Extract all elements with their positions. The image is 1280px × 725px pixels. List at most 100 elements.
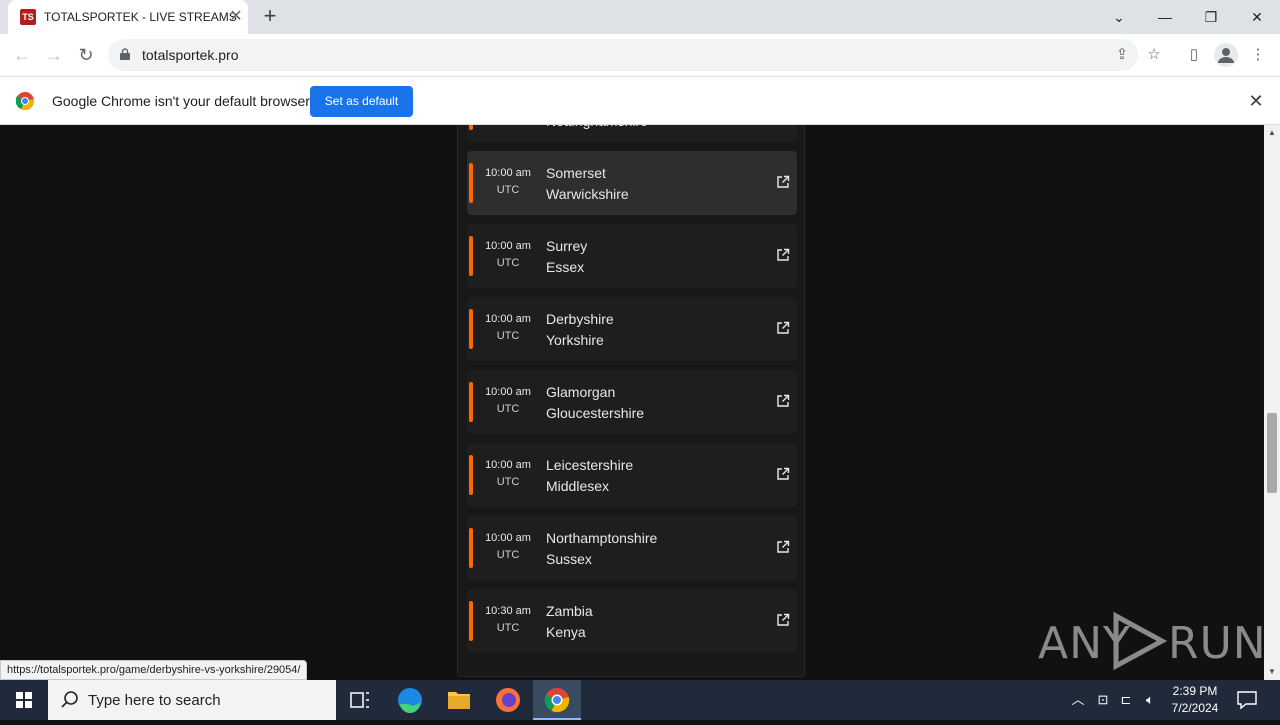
- accent-bar: [469, 382, 473, 422]
- accent-bar: [469, 528, 473, 568]
- favicon-icon: TS: [20, 9, 36, 25]
- match-row[interactable]: 10:30 am UTC Zambia Kenya: [467, 589, 797, 653]
- device-icon[interactable]: ⊡: [1093, 690, 1113, 710]
- home-team: Glamorgan: [546, 384, 616, 400]
- side-panel-icon[interactable]: ▯: [1184, 45, 1204, 65]
- show-hidden-icons-chevron-icon[interactable]: ︿: [1068, 690, 1088, 710]
- network-icon[interactable]: ⊏: [1116, 690, 1136, 710]
- external-link-icon[interactable]: [776, 467, 790, 481]
- firefox-taskbar-button[interactable]: [484, 680, 532, 720]
- edge-icon: [398, 688, 422, 714]
- match-list: UTCNottinghamshire10:00 amUTCSomersetWar…: [457, 125, 805, 677]
- minimize-button[interactable]: —: [1142, 0, 1188, 34]
- accent-bar: [469, 125, 473, 130]
- match-timezone: UTC: [496, 549, 520, 561]
- play-logo-icon: [1113, 612, 1168, 670]
- profile-avatar[interactable]: [1214, 43, 1238, 67]
- taskbar-search-box[interactable]: Type here to search: [48, 680, 336, 720]
- restore-button[interactable]: ❐: [1188, 0, 1234, 34]
- external-link-icon[interactable]: [776, 394, 790, 408]
- external-link-icon[interactable]: [776, 613, 790, 627]
- link-status-bubble: https://totalsportek.pro/game/derbyshire…: [0, 660, 308, 680]
- match-row[interactable]: 10:00 am UTC Northamptonshire Sussex: [467, 516, 797, 580]
- match-timezone: UTC: [496, 476, 520, 488]
- start-button[interactable]: [0, 680, 48, 720]
- chrome-icon: [544, 688, 570, 713]
- away-team: Warwickshire: [546, 186, 629, 202]
- match-row[interactable]: 10:00 am UTC Derbyshire Yorkshire: [467, 297, 797, 361]
- accent-bar: [469, 601, 473, 641]
- windows-taskbar: Type here to search ︿ ⊡ ⊏ 🔈︎ 2:39 PM 7/2…: [0, 680, 1280, 720]
- external-link-icon[interactable]: [776, 175, 790, 189]
- match-row[interactable]: 10:00 am UTC Leicestershire Middlesex: [467, 443, 797, 507]
- accent-bar: [469, 163, 473, 203]
- menu-kebab-icon[interactable]: ⋮: [1248, 45, 1268, 65]
- address-bar[interactable]: totalsportek.pro ⇪ ☆: [108, 39, 1161, 71]
- search-icon: [61, 691, 78, 708]
- forward-button[interactable]: →: [42, 43, 66, 67]
- scroll-thumb[interactable]: [1267, 413, 1277, 493]
- clock-time[interactable]: 2:39 PM: [1166, 684, 1224, 698]
- match-time: 10:00 am: [485, 167, 531, 179]
- set-as-default-button[interactable]: Set as default: [310, 86, 413, 117]
- match-timezone: UTC: [496, 403, 520, 415]
- page-scrollbar[interactable]: ▲ ▼: [1264, 125, 1280, 680]
- anyrun-watermark: ANY RUN: [1038, 610, 1266, 672]
- match-row[interactable]: UTCNottinghamshire: [467, 125, 797, 142]
- external-link-icon[interactable]: [776, 540, 790, 554]
- external-link-icon[interactable]: [776, 248, 790, 262]
- task-view-icon: [350, 692, 369, 708]
- home-team: Surrey: [546, 238, 588, 254]
- match-time: 10:00 am: [485, 240, 531, 252]
- external-link-icon[interactable]: [776, 321, 790, 335]
- person-icon: [1218, 48, 1234, 63]
- match-time: 10:00 am: [485, 532, 531, 544]
- tab-close-icon[interactable]: ✕: [226, 7, 246, 27]
- away-team: Nottinghamshire: [546, 125, 648, 129]
- firefox-icon: [496, 688, 520, 712]
- new-tab-button[interactable]: +: [258, 5, 282, 29]
- folder-icon: [448, 692, 470, 709]
- task-view-button[interactable]: [336, 680, 384, 720]
- tab-strip: TS TOTALSPORTEK - LIVE STREAMS ✕ + ⌄ — ❐…: [0, 0, 1280, 34]
- chrome-taskbar-button[interactable]: [533, 680, 581, 720]
- scroll-up-arrow-icon[interactable]: ▲: [1264, 125, 1280, 141]
- edge-taskbar-button[interactable]: [386, 680, 434, 720]
- volume-icon[interactable]: 🔈︎: [1140, 690, 1160, 710]
- back-button[interactable]: ←: [10, 43, 34, 67]
- match-row[interactable]: 10:00 am UTC Somerset Warwickshire: [467, 151, 797, 215]
- away-team: Kenya: [546, 624, 586, 640]
- away-team: Yorkshire: [546, 332, 604, 348]
- notification-center-icon[interactable]: [1236, 690, 1258, 710]
- match-time: 10:00 am: [485, 313, 531, 325]
- tab-search-chevron-icon[interactable]: ⌄: [1096, 0, 1142, 34]
- bookmark-star-icon[interactable]: ☆: [1144, 45, 1164, 65]
- accent-bar: [469, 309, 473, 349]
- file-explorer-taskbar-button[interactable]: [435, 680, 483, 720]
- clock-date[interactable]: 7/2/2024: [1166, 701, 1224, 715]
- match-timezone: UTC: [496, 184, 520, 196]
- infobar-close-icon[interactable]: ✕: [1246, 91, 1266, 111]
- close-window-button[interactable]: ✕: [1234, 0, 1280, 34]
- home-team: Derbyshire: [546, 311, 614, 327]
- match-timezone: UTC: [496, 330, 520, 342]
- accent-bar: [469, 236, 473, 276]
- match-timezone: UTC: [496, 622, 520, 634]
- share-icon[interactable]: ⇪: [1112, 45, 1132, 65]
- chrome-logo-icon: [16, 92, 34, 110]
- match-time: 10:00 am: [485, 386, 531, 398]
- home-team: Zambia: [546, 603, 593, 619]
- away-team: Gloucestershire: [546, 405, 645, 421]
- tab-totalsportek[interactable]: TS TOTALSPORTEK - LIVE STREAMS ✕: [8, 0, 248, 34]
- infobar-message: Google Chrome isn't your default browser: [52, 93, 310, 109]
- match-row[interactable]: 10:00 am UTC Surrey Essex: [467, 224, 797, 288]
- watermark-text-right: RUN: [1168, 618, 1267, 669]
- browser-toolbar: ← → ↻ totalsportek.pro ⇪ ☆ ▯ ⋮: [0, 34, 1280, 76]
- match-row[interactable]: 10:00 am UTC Glamorgan Gloucestershire: [467, 370, 797, 434]
- tab-title: TOTALSPORTEK - LIVE STREAMS: [44, 10, 237, 24]
- home-team: Somerset: [546, 165, 606, 181]
- url-text: totalsportek.pro: [142, 47, 239, 63]
- page-content: UTCNottinghamshire10:00 amUTCSomersetWar…: [0, 125, 1264, 680]
- reload-button[interactable]: ↻: [74, 43, 98, 67]
- windows-logo-icon: [16, 692, 32, 708]
